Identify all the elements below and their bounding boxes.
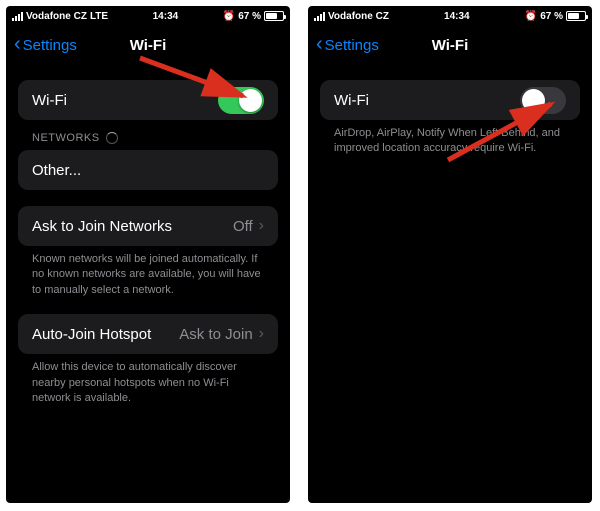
nav-bar: ‹ Settings Wi-Fi [6, 26, 290, 64]
clock: 14:34 [444, 11, 470, 22]
wifi-toggle-row[interactable]: Wi-Fi [320, 80, 580, 120]
status-left: Vodafone CZ [314, 11, 389, 22]
nav-bar: ‹ Settings Wi-Fi [308, 26, 592, 64]
screenshot-left: Vodafone CZ LTE 14:34 ⏰ 67 % ‹ Settings … [6, 6, 290, 503]
spinner-icon [106, 132, 118, 144]
status-bar: Vodafone CZ LTE 14:34 ⏰ 67 % [6, 6, 290, 26]
wifi-label: Wi-Fi [32, 92, 67, 109]
network-label: LTE [90, 11, 108, 22]
status-bar: Vodafone CZ 14:34 ⏰ 67 % [308, 6, 592, 26]
carrier-label: Vodafone CZ [328, 11, 389, 22]
wifi-off-footer: AirDrop, AirPlay, Notify When Left Behin… [320, 120, 580, 157]
auto-join-label: Auto-Join Hotspot [32, 326, 151, 343]
chevron-left-icon: ‹ [316, 34, 323, 54]
ask-to-join-footer: Known networks will be joined automatica… [18, 246, 278, 298]
status-left: Vodafone CZ LTE [12, 11, 108, 22]
chevron-right-icon: › [259, 217, 264, 235]
wifi-toggle-row[interactable]: Wi-Fi [18, 80, 278, 120]
status-right: ⏰ 67 % [525, 11, 586, 22]
ask-to-join-label: Ask to Join Networks [32, 218, 172, 235]
chevron-right-icon: › [259, 325, 264, 343]
battery-icon [566, 11, 586, 21]
alarm-icon: ⏰ [223, 11, 235, 22]
battery-percent: 67 % [238, 11, 261, 22]
other-network-row[interactable]: Other... [18, 150, 278, 190]
ask-to-join-row[interactable]: Ask to Join Networks Off › [18, 206, 278, 246]
auto-join-hotspot-row[interactable]: Auto-Join Hotspot Ask to Join › [18, 314, 278, 354]
signal-icon [12, 12, 23, 21]
networks-header: NETWORKS [18, 120, 278, 150]
wifi-toggle-switch[interactable] [520, 87, 566, 114]
auto-join-footer: Allow this device to automatically disco… [18, 354, 278, 406]
signal-icon [314, 12, 325, 21]
back-button[interactable]: ‹ Settings [316, 36, 379, 54]
back-button[interactable]: ‹ Settings [14, 36, 77, 54]
wifi-label: Wi-Fi [334, 92, 369, 109]
other-label: Other... [32, 162, 81, 179]
battery-percent: 67 % [540, 11, 563, 22]
ask-to-join-value: Off [233, 218, 253, 235]
chevron-left-icon: ‹ [14, 34, 21, 54]
toggle-knob [239, 89, 262, 112]
clock: 14:34 [153, 11, 179, 22]
networks-header-text: NETWORKS [32, 132, 100, 144]
alarm-icon: ⏰ [525, 11, 537, 22]
status-right: ⏰ 67 % [223, 11, 284, 22]
toggle-knob [522, 89, 545, 112]
content-area: Wi-Fi NETWORKS Other... Ask to Join Netw… [6, 64, 290, 503]
carrier-label: Vodafone CZ [26, 11, 87, 22]
auto-join-value: Ask to Join [179, 326, 252, 343]
content-area: Wi-Fi AirDrop, AirPlay, Notify When Left… [308, 64, 592, 503]
wifi-toggle-switch[interactable] [218, 87, 264, 114]
back-label: Settings [325, 37, 379, 54]
screenshot-right: Vodafone CZ 14:34 ⏰ 67 % ‹ Settings Wi-F… [308, 6, 592, 503]
battery-icon [264, 11, 284, 21]
back-label: Settings [23, 37, 77, 54]
